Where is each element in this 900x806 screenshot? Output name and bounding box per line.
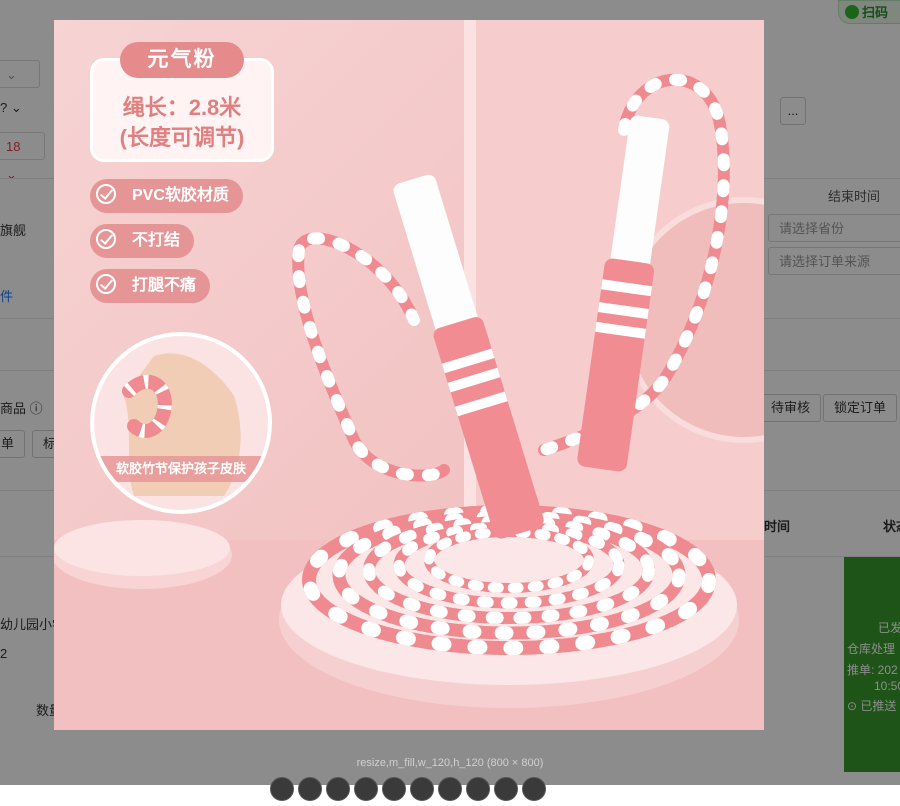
thumbnail[interactable] bbox=[466, 777, 490, 801]
check-circle-icon bbox=[96, 274, 116, 294]
thumbnail[interactable] bbox=[410, 777, 434, 801]
length-line-2: (长度可调节) bbox=[119, 125, 245, 150]
feature-no-knot: 不打结 bbox=[90, 224, 195, 258]
detail-caption: 软胶竹节保护孩子皮肤 bbox=[94, 456, 268, 482]
thumbnail-strip bbox=[270, 777, 550, 801]
hand-illustration bbox=[122, 353, 241, 496]
length-line-1: 绳长：2.8米 bbox=[122, 95, 242, 120]
thumbnail[interactable] bbox=[438, 777, 462, 801]
feature-pvc: PVC软胶材质 bbox=[90, 179, 243, 213]
thumbnail[interactable] bbox=[522, 777, 546, 801]
thumbnail[interactable] bbox=[298, 777, 322, 801]
thumbnail[interactable] bbox=[494, 777, 518, 801]
thumbnail[interactable] bbox=[354, 777, 378, 801]
detail-circle: 软胶竹节保护孩子皮肤 bbox=[90, 332, 272, 514]
thumbnail[interactable] bbox=[270, 777, 294, 801]
feature-no-pain: 打腿不痛 bbox=[90, 269, 211, 303]
image-preview: 元气粉 绳长：2.8米 (长度可调节) PVC软胶材质 不打结 打腿不痛 软胶竹… bbox=[54, 20, 764, 730]
check-circle-icon bbox=[96, 184, 116, 204]
color-tag: 元气粉 bbox=[120, 42, 244, 78]
thumbnail[interactable] bbox=[382, 777, 406, 801]
image-caption: resize,m_fill,w_120,h_120 (800 × 800) bbox=[356, 757, 544, 769]
thumbnail[interactable] bbox=[326, 777, 350, 801]
check-circle-icon bbox=[96, 229, 116, 249]
